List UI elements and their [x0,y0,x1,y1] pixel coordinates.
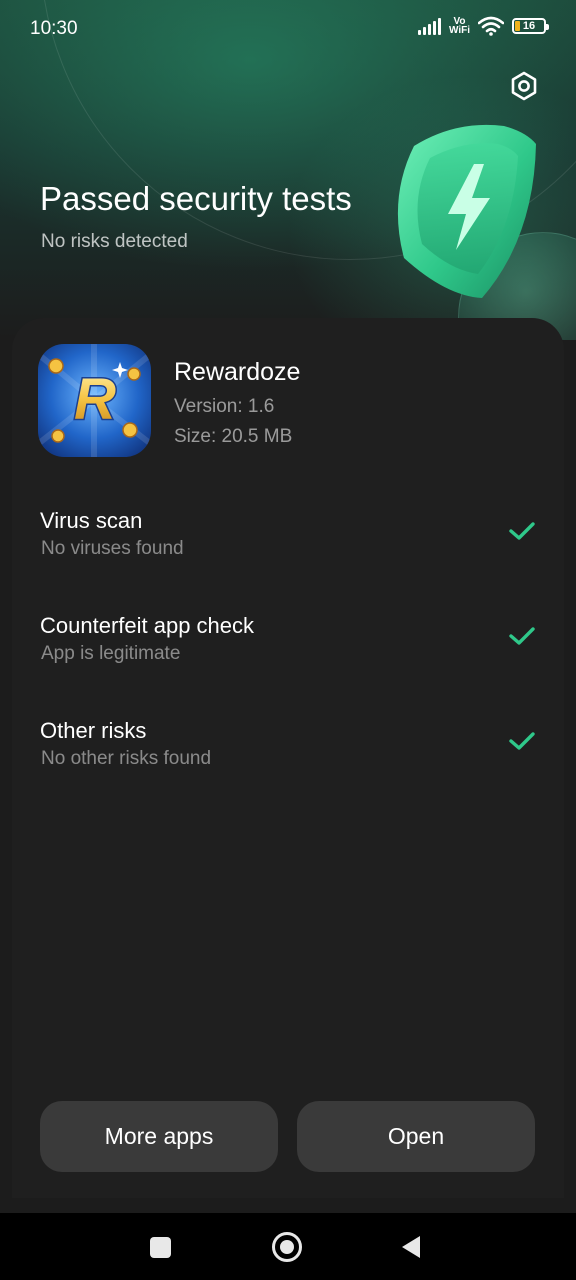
vowifi-label-bottom: WiFi [448,25,470,36]
app-version: Version: 1.6 [174,396,275,417]
home-circle-icon[interactable] [272,1232,302,1262]
checkmark-icon [509,732,535,750]
status-icons: Vo WiFi 16 [417,16,549,36]
app-size: Size: 20.5 MB [174,426,293,447]
check-title: Counterfeit app check [40,613,255,638]
checkmark-icon [509,522,535,540]
signal-icon [417,17,441,35]
check-title: Virus scan [40,508,143,533]
check-subtitle: No viruses found [41,538,184,559]
check-subtitle: App is legitimate [41,643,181,664]
settings-button[interactable] [504,66,544,106]
rewardoze-app-icon: R [38,344,151,457]
more-apps-button[interactable]: More apps [40,1101,278,1172]
check-title: Other risks [40,718,147,743]
check-row-other-risks: Other risks No other risks found [40,718,540,778]
navigation-bar [0,1213,576,1280]
check-row-virus-scan: Virus scan No viruses found [40,508,540,568]
shield-lightning-icon [386,118,542,308]
app-name: Rewardoze [174,358,301,386]
wifi-icon [478,16,504,36]
open-button[interactable]: Open [297,1101,535,1172]
battery-icon: 16 [512,18,549,34]
recents-square-icon[interactable] [150,1237,171,1258]
checkmark-icon [509,627,535,645]
gear-icon [511,71,537,101]
svg-text:R: R [74,367,116,432]
page-title: Passed security tests [40,180,352,217]
status-time: 10:30 [30,18,78,39]
vowifi-icon: Vo WiFi [448,17,470,36]
status-bar: 10:30 Vo WiFi 16 [0,0,576,58]
back-triangle-icon[interactable] [402,1236,420,1258]
check-row-counterfeit: Counterfeit app check App is legitimate [40,613,540,673]
check-subtitle: No other risks found [41,748,212,769]
battery-level: 16 [522,20,536,32]
page-subtitle: No risks detected [41,231,188,252]
